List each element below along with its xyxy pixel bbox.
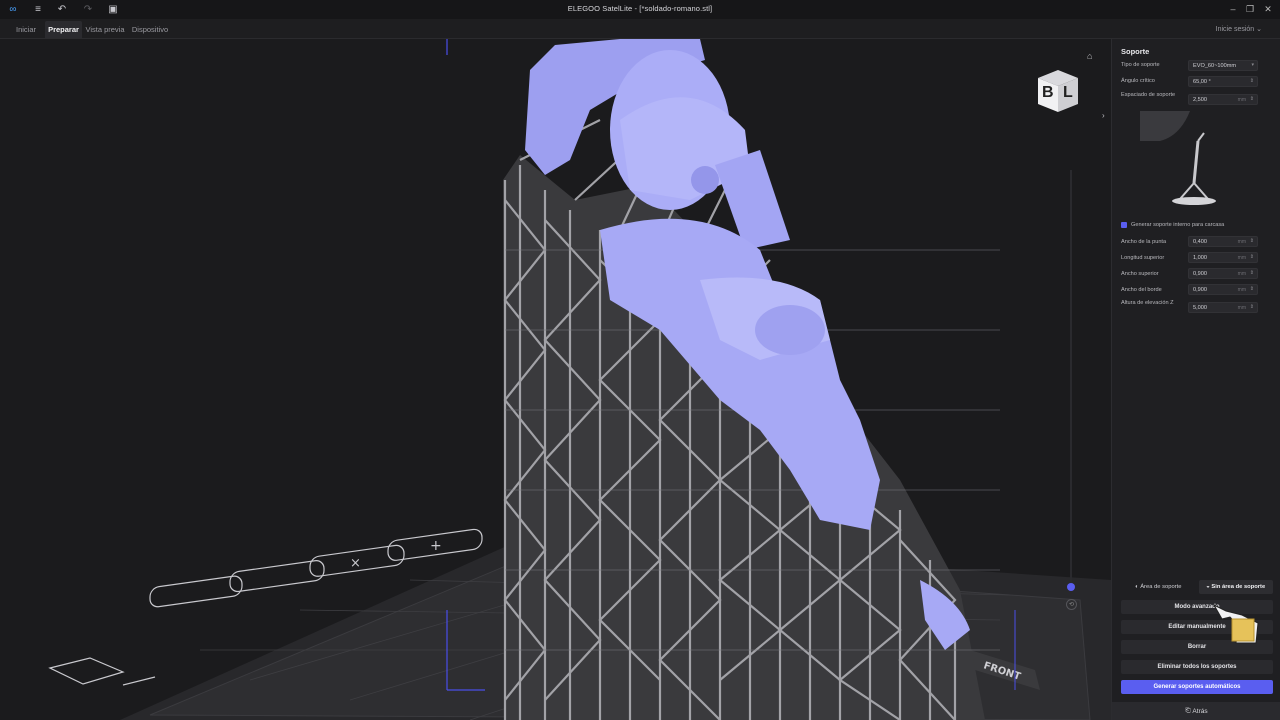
support-preview-image: [1140, 111, 1250, 211]
row-label-z-lift: Altura de elevación Z: [1121, 300, 1174, 306]
top-width-input[interactable]: 0,900 mm ⇕: [1188, 268, 1258, 279]
tab-dispositivo[interactable]: Dispositivo: [129, 21, 171, 38]
internal-support-checkbox[interactable]: Generar soporte interno para carcasa: [1121, 222, 1224, 228]
row-label-angulo: Ángulo crítico: [1121, 78, 1155, 84]
row-label-top-width: Ancho superior: [1121, 271, 1159, 277]
row-label-edge-width: Ancho del borde: [1121, 287, 1162, 293]
unit-label: mm: [1237, 97, 1246, 103]
support-spacing-input[interactable]: 2,500 mm ⇕: [1188, 94, 1258, 105]
top-length-input[interactable]: 1,000 mm ⇕: [1188, 252, 1258, 263]
toggle-area-label: Área de soporte: [1140, 584, 1182, 590]
toggle-no-area-label: Sin área de soporte: [1211, 584, 1266, 590]
3d-viewport[interactable]: + × FRONT: [0, 39, 1111, 720]
layer-slider-knob[interactable]: [1067, 583, 1075, 591]
tab-preparar[interactable]: Preparar: [45, 21, 82, 38]
support-type-dropdown[interactable]: EVO_60~100mm ▾: [1188, 60, 1258, 71]
edge-width-input[interactable]: 0,900 mm ⇕: [1188, 284, 1258, 295]
tab-vista-previa[interactable]: Vista previa: [83, 21, 127, 38]
back-button[interactable]: ⎗ Atrás: [1112, 702, 1280, 720]
unit-label: mm: [1237, 239, 1246, 245]
slider-reset-icon[interactable]: ⟲: [1066, 599, 1077, 610]
z-lift-input[interactable]: 5,000 mm ⇕: [1188, 302, 1258, 313]
layer-slider-track[interactable]: [1070, 170, 1072, 586]
hand-cursor-icon: [1212, 603, 1259, 644]
checkbox-label: Generar soporte interno para carcasa: [1131, 222, 1225, 228]
spinner-icon[interactable]: ⇕: [1250, 304, 1254, 310]
unit-label: mm: [1237, 287, 1246, 293]
collapse-panel-icon[interactable]: ›: [1102, 111, 1105, 120]
spinner-icon[interactable]: ⇕: [1250, 78, 1254, 84]
support-area-toggle: ◐ Área de soporte ◒ Sin área de soporte: [1121, 580, 1273, 594]
scene-canvas: + × FRONT: [48, 39, 1111, 720]
viewcube-face-b: B: [1042, 84, 1054, 101]
spinner-icon[interactable]: ⇕: [1250, 254, 1254, 260]
critical-angle-input[interactable]: 65,00 ° ⇕: [1188, 76, 1258, 87]
unit-label: mm: [1237, 255, 1246, 261]
svg-text:+: +: [430, 538, 442, 554]
toggle-support-area[interactable]: ◐ Área de soporte: [1121, 580, 1196, 594]
checkbox-checked-icon[interactable]: [1121, 222, 1127, 228]
toggle-no-support-area[interactable]: ◒ Sin área de soporte: [1198, 580, 1273, 594]
tip-width-input[interactable]: 0,400 mm ⇕: [1188, 236, 1258, 247]
tab-iniciar[interactable]: Iniciar: [10, 21, 42, 38]
row-label-tip-width: Ancho de la punta: [1121, 239, 1167, 245]
spinner-icon[interactable]: ⇕: [1250, 286, 1254, 292]
home-view-icon[interactable]: ⌂: [1087, 51, 1092, 61]
tip-width-value: 0,400: [1193, 238, 1207, 245]
panel-title: Soporte: [1121, 47, 1150, 56]
restore-icon[interactable]: ❐: [1243, 3, 1257, 15]
top-width-value: 0,900: [1193, 270, 1207, 277]
unit-label: mm: [1237, 271, 1246, 277]
title-bar: ∞ ≡ ↶ ↷ ▣ ELEGOO SatelLite - [*soldado-r…: [0, 0, 1280, 19]
z-lift-value: 5,000: [1193, 304, 1207, 311]
edge-width-value: 0,900: [1193, 286, 1207, 293]
top-length-value: 1,000: [1193, 254, 1207, 261]
generate-supports-button[interactable]: Generar soportes automáticos: [1121, 680, 1273, 694]
minimize-icon[interactable]: –: [1226, 3, 1240, 15]
spinner-icon[interactable]: ⇕: [1250, 270, 1254, 276]
view-cube[interactable]: B L: [1033, 68, 1083, 114]
row-label-tipo: Tipo de soporte: [1121, 62, 1160, 68]
svg-text:×: ×: [350, 556, 361, 571]
spinner-icon[interactable]: ⇕: [1250, 96, 1254, 102]
critical-angle-value: 65,00 °: [1193, 78, 1211, 85]
row-label-espaciado: Espaciado de soporte: [1121, 92, 1176, 98]
back-label: Atrás: [1192, 707, 1208, 715]
spinner-icon[interactable]: ⇕: [1250, 238, 1254, 244]
row-label-top-length: Longitud superior: [1121, 255, 1165, 261]
tab-bar: Iniciar Preparar Vista previa Dispositiv…: [0, 19, 1280, 39]
delete-all-supports-button[interactable]: Eliminar todos los soportes: [1121, 660, 1273, 674]
close-icon[interactable]: ✕: [1261, 3, 1275, 15]
login-link[interactable]: Inicie sesión ⌄: [1216, 25, 1262, 33]
chevron-down-icon: ▾: [1251, 62, 1254, 68]
unit-label: mm: [1237, 305, 1246, 311]
support-type-value: EVO_60~100mm: [1193, 62, 1237, 69]
window-title: ELEGOO SatelLite - [*soldado-romano.stl]: [567, 4, 713, 13]
support-spacing-value: 2,500: [1193, 96, 1207, 103]
viewcube-face-l: L: [1063, 84, 1073, 101]
